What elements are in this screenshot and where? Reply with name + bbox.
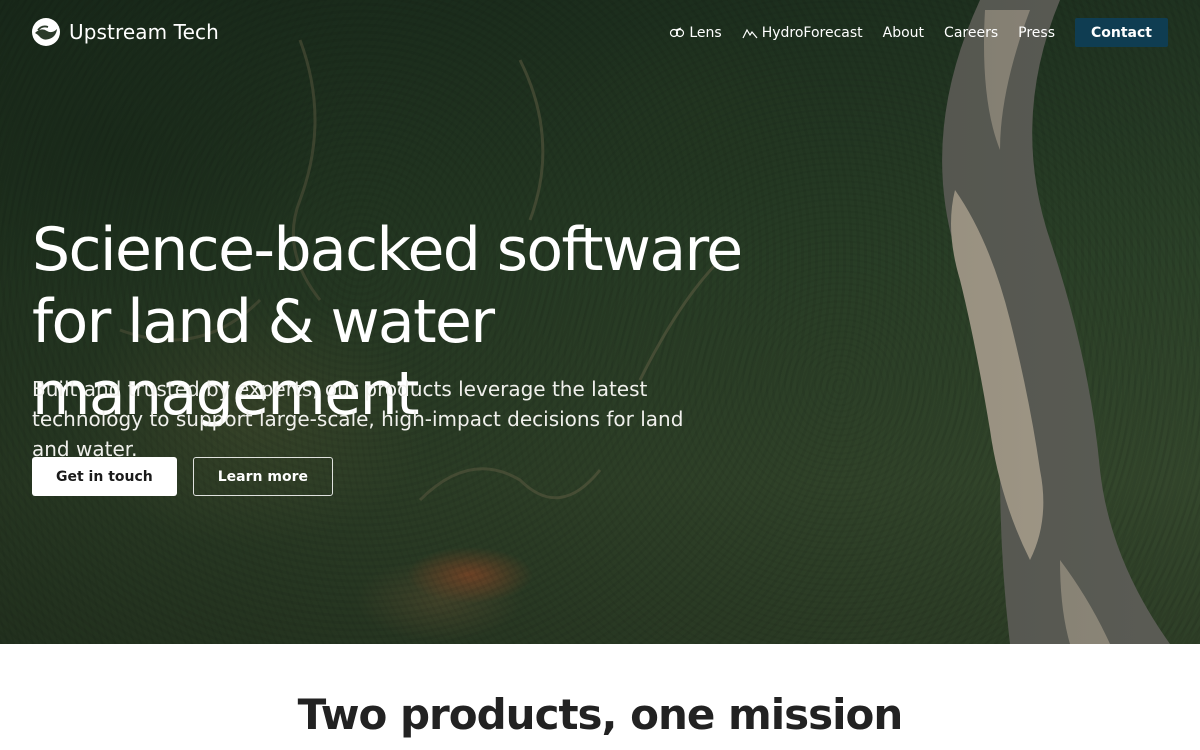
nav-item-about[interactable]: About <box>883 25 924 41</box>
nav-item-careers[interactable]: Careers <box>944 25 998 41</box>
nav-item-press[interactable]: Press <box>1018 25 1055 41</box>
hydrograph-icon <box>742 28 758 38</box>
nav-item-label: HydroForecast <box>761 24 863 41</box>
top-navigation: Upstream Tech Lens HydroForecast About C… <box>0 0 1200 66</box>
upstream-logo-icon <box>32 18 60 46</box>
brand-name: Upstream Tech <box>69 20 219 44</box>
contact-button[interactable]: Contact <box>1075 18 1168 47</box>
learn-more-button[interactable]: Learn more <box>192 457 333 496</box>
brand-logo[interactable]: Upstream Tech <box>32 18 219 46</box>
hero-cta-row: Get in touch Learn more <box>32 457 333 496</box>
get-in-touch-button[interactable]: Get in touch <box>32 457 177 496</box>
nav-item-label: Lens <box>689 24 722 41</box>
hero-subtitle: Built and trusted by experts, our produc… <box>32 377 684 461</box>
nav-links: Lens HydroForecast About Careers Press C… <box>669 18 1168 47</box>
nav-item-hydroforecast[interactable]: HydroForecast <box>742 25 863 41</box>
lens-icon <box>670 26 685 37</box>
nav-item-lens[interactable]: Lens <box>669 24 722 41</box>
section-title: Two products, one mission <box>297 690 904 739</box>
